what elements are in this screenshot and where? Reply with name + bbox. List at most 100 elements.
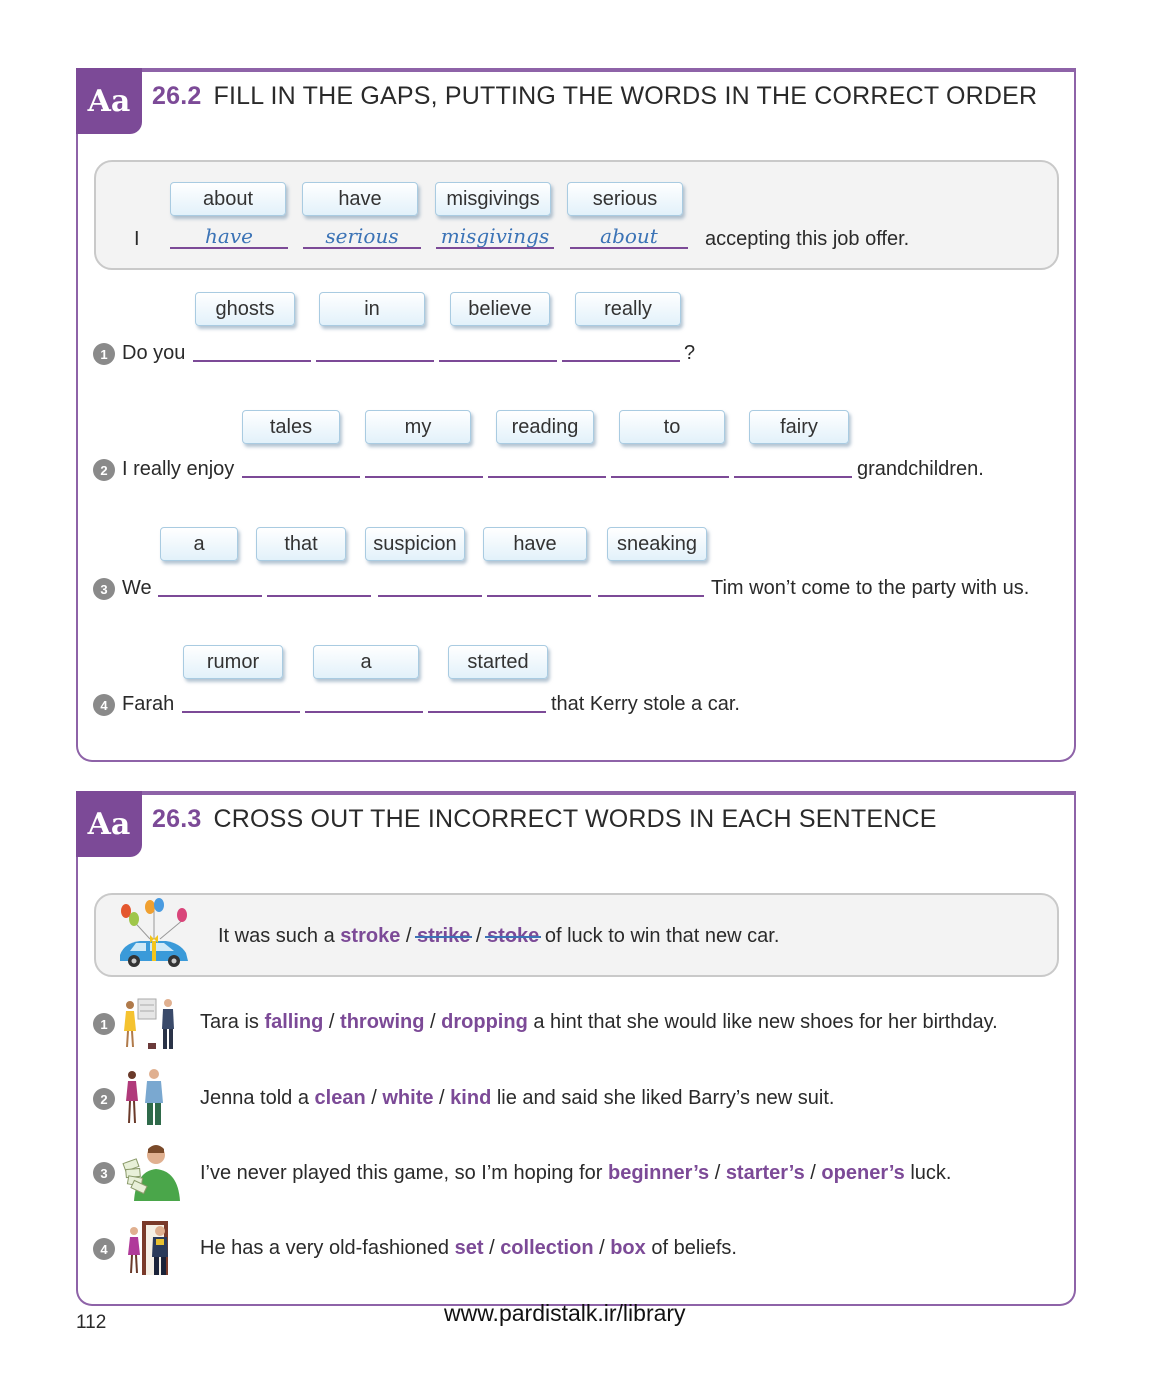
sentence-prefix: I really enjoy — [122, 458, 235, 480]
option-word[interactable]: stroke — [340, 925, 400, 947]
word-chip: started — [448, 645, 548, 679]
word-chip: have — [483, 527, 587, 561]
sentence-suffix: that Kerry stole a car. — [551, 693, 740, 715]
answer-blank[interactable] — [365, 476, 483, 478]
sentence-end: of luck to win that new car. — [544, 925, 780, 947]
word-chip: tales — [242, 410, 340, 444]
question-number: 4 — [93, 1238, 115, 1260]
option-word-crossed[interactable]: stoke — [487, 925, 539, 947]
option-word[interactable]: falling — [264, 1011, 323, 1033]
answer-blank[interactable] — [305, 711, 423, 713]
exercise-heading: 26.2 FILL IN THE GAPS, PUTTING THE WORDS … — [152, 82, 1037, 111]
sentence-prefix: I — [134, 228, 140, 250]
sentence-start: It was such a — [218, 925, 335, 947]
exercise-26-2-panel: Aa 26.2 FILL IN THE GAPS, PUTTING THE WOR… — [76, 68, 1076, 762]
option-word[interactable]: box — [610, 1237, 646, 1259]
sentence-prefix: Farah — [122, 693, 175, 715]
sentence-suffix: ? — [684, 342, 696, 364]
answer-line — [303, 247, 421, 249]
option-word[interactable]: set — [455, 1237, 484, 1259]
couple-at-door-icon — [128, 1221, 168, 1275]
sentence-prefix: Do you — [122, 342, 186, 364]
option-word[interactable]: beginner’s — [608, 1162, 709, 1184]
sentence-start: Tara is — [200, 1011, 259, 1033]
sentence-end: lie and said she liked Barry’s new suit. — [496, 1087, 835, 1109]
sentence-end: luck. — [910, 1162, 952, 1184]
option-word[interactable]: kind — [450, 1087, 491, 1109]
answer-blank[interactable] — [378, 595, 482, 597]
word-chip: that — [256, 527, 346, 561]
sentence-end: of beliefs. — [651, 1237, 737, 1259]
example-box: It was such a stroke / strike / stoke of… — [94, 893, 1059, 977]
vocabulary-badge: Aa — [76, 68, 142, 134]
word-chip: my — [365, 410, 471, 444]
answer-blank[interactable] — [158, 595, 262, 597]
sentence-suffix: Tim won’t come to the party with us. — [711, 577, 1030, 599]
couple-shoe-shop-icon — [124, 998, 174, 1049]
sentence-start: Jenna told a — [200, 1087, 309, 1109]
word-chip: to — [619, 410, 725, 444]
answer-blank[interactable] — [267, 595, 371, 597]
question-sentence: Tara is falling / throwing / dropping a … — [200, 1011, 998, 1033]
sentence-end: a hint that she would like new shoes for… — [533, 1011, 998, 1033]
option-word[interactable]: clean — [315, 1087, 366, 1109]
answer-word: serious — [325, 224, 399, 248]
answer-blank[interactable] — [182, 711, 300, 713]
word-chip: have — [302, 182, 418, 216]
answer-line — [436, 247, 554, 249]
question-number: 3 — [93, 1162, 115, 1184]
vocabulary-badge: Aa — [76, 791, 142, 857]
sentence-prefix: We — [122, 577, 152, 599]
sentence-start: I’ve never played this game, so I’m hopi… — [200, 1162, 603, 1184]
question-number: 4 — [93, 694, 115, 716]
exercise-number: 26.3 — [152, 805, 202, 833]
exercise-title: FILL IN THE GAPS, PUTTING THE WORDS IN T… — [213, 82, 1038, 110]
answer-line — [170, 247, 288, 249]
option-word[interactable]: throwing — [340, 1011, 424, 1033]
question-number: 3 — [93, 578, 115, 600]
option-word[interactable]: white — [382, 1087, 433, 1109]
man-holding-money-icon — [122, 1145, 180, 1201]
word-chip: a — [160, 527, 238, 561]
answer-blank[interactable] — [242, 476, 360, 478]
sentence-start: He has a very old-fashioned — [200, 1237, 450, 1259]
question-number: 1 — [93, 1013, 115, 1035]
word-chip: a — [313, 645, 419, 679]
footer-url[interactable]: www.pardistalk.ir/library — [444, 1300, 686, 1327]
exercise-26-3-panel: Aa 26.3 CROSS OUT THE INCORRECT WORDS IN … — [76, 791, 1076, 1306]
answer-blank[interactable] — [439, 360, 557, 362]
woman-and-man-in-suit-icon — [126, 1069, 163, 1125]
exercise-title: CROSS OUT THE INCORRECT WORDS IN EACH SE… — [213, 805, 937, 833]
question-number: 2 — [93, 459, 115, 481]
option-word[interactable]: opener’s — [821, 1162, 904, 1184]
answer-blank[interactable] — [428, 711, 546, 713]
word-chip: about — [170, 182, 286, 216]
answer-blank[interactable] — [562, 360, 680, 362]
answer-blank[interactable] — [316, 360, 434, 362]
answer-blank[interactable] — [488, 476, 606, 478]
question-number: 2 — [93, 1088, 115, 1110]
word-chip: fairy — [749, 410, 849, 444]
option-word[interactable]: starter’s — [726, 1162, 805, 1184]
option-word[interactable]: dropping — [441, 1011, 528, 1033]
sentence-suffix: grandchildren. — [857, 458, 984, 480]
option-word-crossed[interactable]: strike — [417, 925, 470, 947]
sentence-suffix: accepting this job offer. — [705, 228, 910, 250]
question-sentence: Jenna told a clean / white / kind lie an… — [200, 1087, 835, 1109]
exercise-number: 26.2 — [152, 82, 202, 110]
answer-blank[interactable] — [598, 595, 704, 597]
question-sentence: He has a very old-fashioned set / collec… — [200, 1237, 737, 1259]
option-word[interactable]: collection — [500, 1237, 593, 1259]
word-chip: really — [575, 292, 681, 326]
answer-blank[interactable] — [734, 476, 852, 478]
answer-word: about — [600, 224, 658, 248]
word-chip: misgivings — [435, 182, 551, 216]
answer-word: misgivings — [440, 224, 550, 248]
word-chip: ghosts — [195, 292, 295, 326]
question-sentence: I’ve never played this game, so I’m hopi… — [200, 1162, 952, 1184]
answer-blank[interactable] — [611, 476, 729, 478]
answer-blank[interactable] — [487, 595, 591, 597]
answer-line — [570, 247, 688, 249]
answer-blank[interactable] — [193, 360, 311, 362]
word-chip: believe — [450, 292, 550, 326]
